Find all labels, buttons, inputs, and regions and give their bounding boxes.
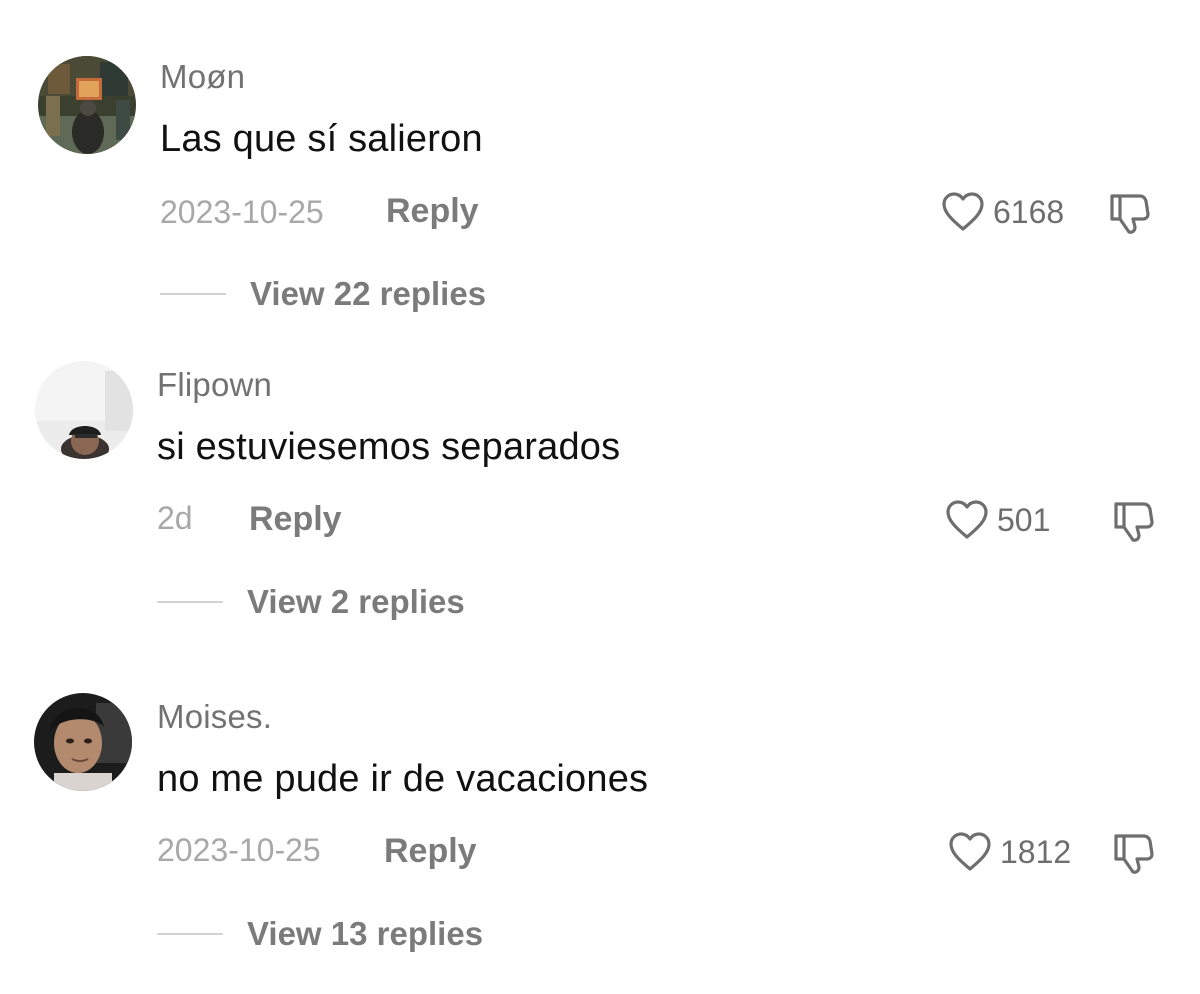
comment-date: 2023-10-25 [160,194,324,230]
comment-date: 2d [157,500,193,536]
username[interactable]: Moises. [157,698,272,736]
reply-button[interactable]: Reply [386,192,479,231]
heart-outline-icon [942,192,984,231]
thumbs-down-outline-icon[interactable] [1106,190,1152,236]
heart-outline-icon [949,832,991,871]
divider-line [157,933,223,935]
divider-line [157,601,223,603]
comment-text: no me pude ir de vacaciones [157,758,649,800]
avatar[interactable] [34,693,132,791]
like-count: 501 [997,501,1051,538]
avatar-image [35,361,133,459]
view-replies-button[interactable]: View 2 replies [157,580,465,624]
username[interactable]: Moøn [160,58,245,96]
view-replies-button[interactable]: View 13 replies [157,912,483,956]
thumbs-down-outline-icon[interactable] [1110,830,1156,876]
username[interactable]: Flipown [157,366,272,404]
like-button[interactable]: 1812 [948,830,1071,874]
comment-item: Moøn Las que sí salieron 2023-10-25 Repl… [0,0,1200,320]
divider-line [160,293,226,295]
view-replies-label: View 13 replies [247,915,484,952]
reply-button[interactable]: Reply [249,500,342,539]
heart-outline-icon [946,500,988,539]
avatar-image [38,56,136,154]
thumbs-down-outline-icon[interactable] [1110,498,1156,544]
avatar[interactable] [35,361,133,459]
view-replies-label: View 2 replies [247,583,465,620]
comment-item: Flipown si estuviesemos separados 2d Rep… [0,306,1200,626]
comment-text: Las que sí salieron [160,118,483,160]
reply-button[interactable]: Reply [384,832,477,871]
like-count: 6168 [993,193,1065,230]
like-button[interactable]: 6168 [941,190,1064,234]
comment-text: si estuviesemos separados [157,426,621,468]
avatar[interactable] [38,56,136,154]
comment-item: Moises. no me pude ir de vacaciones 2023… [0,638,1200,958]
avatar-image [34,693,132,791]
like-button[interactable]: 501 [945,498,1050,542]
comment-date: 2023-10-25 [157,832,321,868]
like-count: 1812 [1000,833,1072,870]
